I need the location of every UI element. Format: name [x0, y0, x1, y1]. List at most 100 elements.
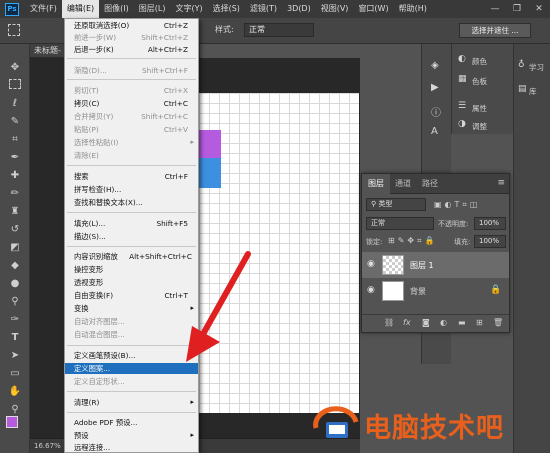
- menu-item-define-brush[interactable]: 定义画笔预设(B)...: [65, 350, 198, 361]
- type-tool-icon[interactable]: T: [7, 331, 23, 345]
- paint-bucket-tool-icon[interactable]: ◆: [7, 259, 23, 273]
- menu-item-purge[interactable]: 清理(R) ▸: [65, 397, 198, 408]
- actions-icon[interactable]: ▶: [431, 82, 439, 93]
- learn-icon[interactable]: ♁: [518, 60, 525, 70]
- crop-tool-icon[interactable]: ⌗: [7, 133, 23, 147]
- menu-item-paste[interactable]: 粘贴(P) Ctrl+V: [65, 124, 198, 135]
- foreground-color-swatch[interactable]: [6, 416, 18, 428]
- tab-channels[interactable]: 通道: [389, 174, 417, 194]
- menu-item-define-custom-shape[interactable]: 定义自定形状...: [65, 376, 198, 387]
- menu-help[interactable]: 帮助(H): [394, 0, 432, 18]
- dodge-tool-icon[interactable]: ⚲: [7, 295, 23, 309]
- menu-item-transform[interactable]: 变换 ▸: [65, 303, 198, 314]
- menu-file[interactable]: 文件(F): [25, 0, 62, 18]
- learn-panel-label[interactable]: 学习: [529, 62, 544, 73]
- menu-item-find-replace[interactable]: 查找和替换文本(X)...: [65, 197, 198, 208]
- lasso-tool-icon[interactable]: ℓ: [7, 97, 23, 111]
- color-icon[interactable]: ◐: [458, 54, 466, 64]
- history-brush-tool-icon[interactable]: ↺: [7, 223, 23, 237]
- new-layer-icon[interactable]: ⊞: [476, 318, 483, 327]
- menu-type[interactable]: 文字(Y): [170, 0, 207, 18]
- adjustments-panel-label[interactable]: 调整: [472, 121, 487, 132]
- style-select[interactable]: 正常: [244, 23, 314, 37]
- menu-3d[interactable]: 3D(D): [282, 0, 316, 18]
- marquee-tool-icon[interactable]: [8, 24, 20, 36]
- rect-marquee-tool-icon[interactable]: [9, 79, 21, 89]
- menu-item-fade[interactable]: 渐隐(D)... Shift+Ctrl+F: [65, 65, 198, 76]
- layer-filter-select[interactable]: ⚲ 类型: [366, 198, 426, 211]
- menu-item-undo[interactable]: 还原取消选择(O) Ctrl+Z: [65, 20, 198, 31]
- folder-icon[interactable]: ▬: [458, 318, 466, 327]
- brush-tool-icon[interactable]: ✏: [7, 187, 23, 201]
- swatches-icon[interactable]: ▦: [458, 74, 467, 84]
- menu-item-auto-align[interactable]: 自动对齐图层...: [65, 316, 198, 327]
- tab-layers[interactable]: 图层: [362, 174, 390, 194]
- quick-select-tool-icon[interactable]: ✎: [7, 115, 23, 129]
- filter-icons[interactable]: ▣◐T⌗◫: [434, 200, 481, 210]
- character-icon[interactable]: A: [431, 126, 438, 137]
- visibility-eye-icon[interactable]: ◉: [367, 259, 375, 269]
- close-button[interactable]: ✕: [528, 0, 550, 18]
- restore-button[interactable]: ❐: [506, 0, 528, 18]
- layer-row[interactable]: ◉ 图层 1: [362, 252, 509, 278]
- menu-item-paste-special[interactable]: 选择性粘贴(I) ▸: [65, 137, 198, 148]
- menu-item-spell-check[interactable]: 拼写检查(H)...: [65, 184, 198, 195]
- layer-row[interactable]: ◉ 背景 🔒: [362, 278, 509, 304]
- menu-item-step-backward[interactable]: 后退一步(K) Alt+Ctrl+Z: [65, 44, 198, 55]
- menu-select[interactable]: 选择(S): [208, 0, 245, 18]
- menu-item-content-aware-scale[interactable]: 内容识别缩放 Alt+Shift+Ctrl+C: [65, 251, 198, 262]
- layer-name[interactable]: 背景: [410, 286, 426, 297]
- libraries-panel-label[interactable]: 库: [529, 86, 537, 97]
- menu-item-stroke[interactable]: 描边(S)...: [65, 231, 198, 242]
- select-and-mask-button[interactable]: 选择并遮住 ...: [459, 23, 531, 38]
- menu-image[interactable]: 图像(I): [99, 0, 134, 18]
- healing-brush-tool-icon[interactable]: ✚: [7, 169, 23, 183]
- menu-item-auto-blend[interactable]: 自动混合图层...: [65, 329, 198, 340]
- lock-icons[interactable]: ⊞✎✥⌗🔒: [388, 236, 438, 246]
- link-icon[interactable]: ⛓: [384, 318, 394, 327]
- eyedropper-tool-icon[interactable]: ✒: [7, 151, 23, 165]
- eraser-tool-icon[interactable]: ◩: [7, 241, 23, 255]
- menu-edit[interactable]: 编辑(E): [61, 0, 100, 18]
- properties-icon[interactable]: ☰: [458, 101, 466, 111]
- menu-item-fill[interactable]: 填充(L)... Shift+F5: [65, 218, 198, 229]
- libraries-icon[interactable]: ▤: [518, 84, 527, 94]
- menu-item-clear[interactable]: 清除(E): [65, 150, 198, 161]
- trash-icon[interactable]: 🗑: [493, 318, 503, 327]
- path-select-tool-icon[interactable]: ➤: [7, 349, 23, 363]
- opacity-field[interactable]: 100%: [474, 217, 506, 230]
- menu-filter[interactable]: 滤镜(T): [245, 0, 282, 18]
- menu-item-free-transform[interactable]: 自由变换(F) Ctrl+T: [65, 290, 198, 301]
- info-icon[interactable]: ⓘ: [431, 104, 441, 119]
- menu-item-perspective-warp[interactable]: 透视变形: [65, 277, 198, 288]
- menu-item-presets[interactable]: 预设 ▸: [65, 430, 198, 441]
- menu-item-cut[interactable]: 剪切(T) Ctrl+X: [65, 85, 198, 96]
- menu-item-copy-merged[interactable]: 合并拷贝(Y) Shift+Ctrl+C: [65, 111, 198, 122]
- tab-paths[interactable]: 路径: [416, 174, 444, 194]
- fx-icon[interactable]: fx: [403, 318, 411, 327]
- menu-item-pdf-presets[interactable]: Adobe PDF 预设...: [65, 417, 198, 428]
- zoom-tool-icon[interactable]: ⚲: [7, 403, 23, 417]
- menu-layer[interactable]: 图层(L): [134, 0, 171, 18]
- menu-view[interactable]: 视图(V): [316, 0, 354, 18]
- menu-window[interactable]: 窗口(W): [353, 0, 393, 18]
- menu-item-step-forward[interactable]: 前进一步(W) Shift+Ctrl+Z: [65, 32, 198, 43]
- zoom-level[interactable]: 16.67%: [30, 442, 61, 450]
- clone-stamp-tool-icon[interactable]: ♜: [7, 205, 23, 219]
- hand-tool-icon[interactable]: ✋: [7, 385, 23, 399]
- layer-name[interactable]: 图层 1: [410, 260, 434, 271]
- minimize-button[interactable]: —: [484, 0, 506, 18]
- blend-mode-select[interactable]: 正常: [366, 217, 434, 230]
- fill-field[interactable]: 100%: [474, 235, 506, 248]
- properties-panel-label[interactable]: 属性: [472, 103, 487, 114]
- color-panel-label[interactable]: 颜色: [472, 56, 487, 67]
- visibility-eye-icon[interactable]: ◉: [367, 285, 375, 295]
- rectangle-tool-icon[interactable]: ▭: [7, 367, 23, 381]
- pen-tool-icon[interactable]: ✑: [7, 313, 23, 327]
- history-icon[interactable]: ◈: [431, 60, 439, 71]
- menu-item-copy[interactable]: 拷贝(C) Ctrl+C: [65, 98, 198, 109]
- adjustments-icon[interactable]: ◑: [458, 119, 466, 129]
- mask-icon[interactable]: ◙: [422, 318, 430, 327]
- panel-menu-icon[interactable]: ≡: [497, 178, 505, 188]
- menu-item-remote-connections[interactable]: 远程连接...: [65, 442, 198, 453]
